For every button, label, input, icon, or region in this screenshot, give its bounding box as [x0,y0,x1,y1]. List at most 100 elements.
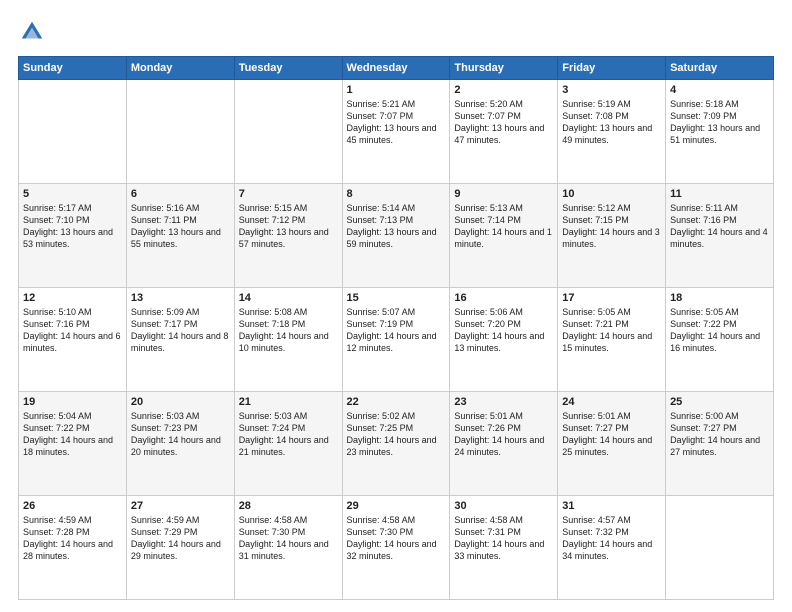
day-number: 18 [670,292,769,304]
logo [18,18,50,46]
cell-info: Sunrise: 5:11 AMSunset: 7:16 PMDaylight:… [670,203,768,249]
calendar-cell: 2 Sunrise: 5:20 AMSunset: 7:07 PMDayligh… [450,80,558,184]
calendar-cell: 10 Sunrise: 5:12 AMSunset: 7:15 PMDaylig… [558,184,666,288]
cell-info: Sunrise: 5:17 AMSunset: 7:10 PMDaylight:… [23,203,113,249]
day-number: 17 [562,292,661,304]
cell-info: Sunrise: 4:59 AMSunset: 7:28 PMDaylight:… [23,515,113,561]
calendar-header-day: Friday [558,57,666,80]
day-number: 15 [347,292,446,304]
cell-info: Sunrise: 5:01 AMSunset: 7:26 PMDaylight:… [454,411,544,457]
cell-info: Sunrise: 5:12 AMSunset: 7:15 PMDaylight:… [562,203,660,249]
calendar-header-day: Thursday [450,57,558,80]
page: SundayMondayTuesdayWednesdayThursdayFrid… [0,0,792,612]
cell-info: Sunrise: 5:05 AMSunset: 7:21 PMDaylight:… [562,307,652,353]
calendar-cell: 26 Sunrise: 4:59 AMSunset: 7:28 PMDaylig… [19,496,127,600]
day-number: 31 [562,500,661,512]
day-number: 10 [562,188,661,200]
calendar-week-row: 26 Sunrise: 4:59 AMSunset: 7:28 PMDaylig… [19,496,774,600]
calendar-header-day: Saturday [666,57,774,80]
cell-info: Sunrise: 4:57 AMSunset: 7:32 PMDaylight:… [562,515,652,561]
calendar-cell: 19 Sunrise: 5:04 AMSunset: 7:22 PMDaylig… [19,392,127,496]
day-number: 28 [239,500,338,512]
day-number: 21 [239,396,338,408]
day-number: 24 [562,396,661,408]
day-number: 19 [23,396,122,408]
cell-info: Sunrise: 5:20 AMSunset: 7:07 PMDaylight:… [454,99,544,145]
calendar-cell: 11 Sunrise: 5:11 AMSunset: 7:16 PMDaylig… [666,184,774,288]
calendar-cell: 22 Sunrise: 5:02 AMSunset: 7:25 PMDaylig… [342,392,450,496]
calendar-cell: 1 Sunrise: 5:21 AMSunset: 7:07 PMDayligh… [342,80,450,184]
day-number: 2 [454,84,553,96]
day-number: 20 [131,396,230,408]
day-number: 9 [454,188,553,200]
calendar-cell: 8 Sunrise: 5:14 AMSunset: 7:13 PMDayligh… [342,184,450,288]
calendar-cell: 17 Sunrise: 5:05 AMSunset: 7:21 PMDaylig… [558,288,666,392]
day-number: 1 [347,84,446,96]
cell-info: Sunrise: 5:19 AMSunset: 7:08 PMDaylight:… [562,99,652,145]
day-number: 12 [23,292,122,304]
calendar-cell: 31 Sunrise: 4:57 AMSunset: 7:32 PMDaylig… [558,496,666,600]
cell-info: Sunrise: 5:15 AMSunset: 7:12 PMDaylight:… [239,203,329,249]
cell-info: Sunrise: 5:10 AMSunset: 7:16 PMDaylight:… [23,307,121,353]
header [18,18,774,46]
calendar-cell: 9 Sunrise: 5:13 AMSunset: 7:14 PMDayligh… [450,184,558,288]
calendar-cell: 27 Sunrise: 4:59 AMSunset: 7:29 PMDaylig… [126,496,234,600]
calendar-cell [234,80,342,184]
calendar-cell: 13 Sunrise: 5:09 AMSunset: 7:17 PMDaylig… [126,288,234,392]
calendar-table: SundayMondayTuesdayWednesdayThursdayFrid… [18,56,774,600]
cell-info: Sunrise: 5:05 AMSunset: 7:22 PMDaylight:… [670,307,760,353]
cell-info: Sunrise: 5:02 AMSunset: 7:25 PMDaylight:… [347,411,437,457]
day-number: 8 [347,188,446,200]
cell-info: Sunrise: 5:08 AMSunset: 7:18 PMDaylight:… [239,307,329,353]
calendar-cell: 21 Sunrise: 5:03 AMSunset: 7:24 PMDaylig… [234,392,342,496]
cell-info: Sunrise: 4:59 AMSunset: 7:29 PMDaylight:… [131,515,221,561]
cell-info: Sunrise: 5:07 AMSunset: 7:19 PMDaylight:… [347,307,437,353]
calendar-cell: 25 Sunrise: 5:00 AMSunset: 7:27 PMDaylig… [666,392,774,496]
cell-info: Sunrise: 5:18 AMSunset: 7:09 PMDaylight:… [670,99,760,145]
day-number: 14 [239,292,338,304]
cell-info: Sunrise: 5:04 AMSunset: 7:22 PMDaylight:… [23,411,113,457]
cell-info: Sunrise: 5:01 AMSunset: 7:27 PMDaylight:… [562,411,652,457]
calendar-cell [19,80,127,184]
calendar-cell: 15 Sunrise: 5:07 AMSunset: 7:19 PMDaylig… [342,288,450,392]
cell-info: Sunrise: 4:58 AMSunset: 7:30 PMDaylight:… [239,515,329,561]
day-number: 11 [670,188,769,200]
calendar-header-row: SundayMondayTuesdayWednesdayThursdayFrid… [19,57,774,80]
cell-info: Sunrise: 5:16 AMSunset: 7:11 PMDaylight:… [131,203,221,249]
cell-info: Sunrise: 5:09 AMSunset: 7:17 PMDaylight:… [131,307,229,353]
day-number: 25 [670,396,769,408]
calendar-cell: 20 Sunrise: 5:03 AMSunset: 7:23 PMDaylig… [126,392,234,496]
logo-icon [18,18,46,46]
day-number: 26 [23,500,122,512]
calendar-header-day: Tuesday [234,57,342,80]
calendar-cell: 30 Sunrise: 4:58 AMSunset: 7:31 PMDaylig… [450,496,558,600]
day-number: 4 [670,84,769,96]
day-number: 6 [131,188,230,200]
calendar-cell: 7 Sunrise: 5:15 AMSunset: 7:12 PMDayligh… [234,184,342,288]
calendar-cell: 12 Sunrise: 5:10 AMSunset: 7:16 PMDaylig… [19,288,127,392]
day-number: 22 [347,396,446,408]
day-number: 16 [454,292,553,304]
cell-info: Sunrise: 5:03 AMSunset: 7:23 PMDaylight:… [131,411,221,457]
calendar-cell: 23 Sunrise: 5:01 AMSunset: 7:26 PMDaylig… [450,392,558,496]
cell-info: Sunrise: 5:14 AMSunset: 7:13 PMDaylight:… [347,203,437,249]
cell-info: Sunrise: 5:21 AMSunset: 7:07 PMDaylight:… [347,99,437,145]
calendar-cell: 18 Sunrise: 5:05 AMSunset: 7:22 PMDaylig… [666,288,774,392]
cell-info: Sunrise: 5:13 AMSunset: 7:14 PMDaylight:… [454,203,552,249]
day-number: 7 [239,188,338,200]
calendar-week-row: 12 Sunrise: 5:10 AMSunset: 7:16 PMDaylig… [19,288,774,392]
day-number: 27 [131,500,230,512]
calendar-cell: 4 Sunrise: 5:18 AMSunset: 7:09 PMDayligh… [666,80,774,184]
calendar-cell: 29 Sunrise: 4:58 AMSunset: 7:30 PMDaylig… [342,496,450,600]
calendar-cell: 6 Sunrise: 5:16 AMSunset: 7:11 PMDayligh… [126,184,234,288]
calendar-header-day: Sunday [19,57,127,80]
calendar-week-row: 1 Sunrise: 5:21 AMSunset: 7:07 PMDayligh… [19,80,774,184]
day-number: 23 [454,396,553,408]
calendar-cell: 3 Sunrise: 5:19 AMSunset: 7:08 PMDayligh… [558,80,666,184]
day-number: 13 [131,292,230,304]
calendar-cell: 5 Sunrise: 5:17 AMSunset: 7:10 PMDayligh… [19,184,127,288]
day-number: 30 [454,500,553,512]
calendar-cell [126,80,234,184]
calendar-cell: 24 Sunrise: 5:01 AMSunset: 7:27 PMDaylig… [558,392,666,496]
day-number: 3 [562,84,661,96]
